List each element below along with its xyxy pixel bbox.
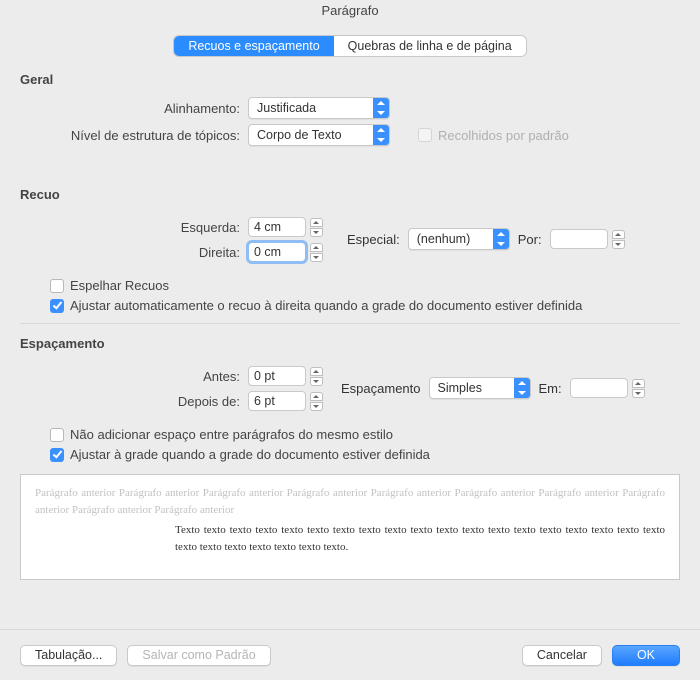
checkbox-box-icon (50, 279, 64, 293)
collapsed-by-default-checkbox: Recolhidos por padrão (418, 128, 569, 143)
preview-current-paragraph: Texto texto texto texto texto texto text… (35, 522, 665, 555)
special-label: Especial: (347, 232, 400, 247)
section-recuo: Recuo (20, 187, 680, 202)
stepper-icon[interactable] (612, 229, 625, 249)
by-input[interactable] (550, 229, 608, 249)
dropdown-arrows-icon (514, 378, 530, 398)
divider (20, 323, 680, 324)
dialog-footer: Tabulação... Salvar como Padrão Cancelar… (0, 629, 700, 680)
preview-pane: Parágrafo anterior Parágrafo anterior Pa… (20, 474, 680, 580)
stepper-icon[interactable] (632, 378, 645, 398)
at-label: Em: (539, 381, 562, 396)
tab-segmented-control: Recuos e espaçamento Quebras de linha e … (174, 36, 525, 56)
tab-indents-spacing[interactable]: Recuos e espaçamento (174, 36, 333, 56)
set-as-default-button[interactable]: Salvar como Padrão (127, 645, 270, 666)
paragraph-dialog: Parágrafo Recuos e espaçamento Quebras d… (0, 0, 700, 680)
outline-level-value: Corpo de Texto (249, 125, 350, 145)
tab-bar: Recuos e espaçamento Quebras de linha e … (20, 36, 680, 56)
tabs-button[interactable]: Tabulação... (20, 645, 117, 666)
line-spacing-value: Simples (430, 378, 490, 398)
indent-right-input[interactable] (248, 242, 306, 262)
auto-adjust-right-label: Ajustar automaticamente o recuo à direit… (70, 298, 582, 313)
space-after-input[interactable] (248, 391, 306, 411)
outline-level-label: Nível de estrutura de tópicos: (20, 128, 248, 143)
indent-left-label: Esquerda: (20, 220, 248, 235)
space-before-input[interactable] (248, 366, 306, 386)
cancel-button[interactable]: Cancelar (522, 645, 602, 666)
line-spacing-label: Espaçamento (341, 381, 421, 396)
alignment-value: Justificada (249, 98, 324, 118)
stepper-icon[interactable] (310, 242, 323, 262)
dropdown-arrows-icon (493, 229, 509, 249)
checkbox-box-icon (50, 299, 64, 313)
snap-to-grid-label: Ajustar à grade quando a grade do docume… (70, 447, 430, 462)
at-input[interactable] (570, 378, 628, 398)
collapsed-by-default-label: Recolhidos por padrão (438, 128, 569, 143)
mirror-indents-label: Espelhar Recuos (70, 278, 169, 293)
section-geral: Geral (20, 72, 680, 87)
stepper-icon[interactable] (310, 391, 323, 411)
auto-adjust-right-checkbox[interactable]: Ajustar automaticamente o recuo à direit… (50, 298, 582, 313)
tab-line-page-breaks[interactable]: Quebras de linha e de página (334, 36, 526, 56)
ok-button[interactable]: OK (612, 645, 680, 666)
space-after-field[interactable] (248, 391, 323, 411)
by-label: Por: (518, 232, 542, 247)
space-before-label: Antes: (20, 369, 248, 384)
stepper-icon[interactable] (310, 217, 323, 237)
dropdown-arrows-icon (373, 98, 389, 118)
indent-left-field[interactable] (248, 217, 323, 237)
space-after-label: Depois de: (20, 394, 248, 409)
indent-right-field[interactable] (248, 242, 323, 262)
preview-previous-paragraph: Parágrafo anterior Parágrafo anterior Pa… (35, 485, 665, 518)
mirror-indents-checkbox[interactable]: Espelhar Recuos (50, 278, 169, 293)
indent-right-label: Direita: (20, 245, 248, 260)
special-select[interactable]: (nenhum) (408, 228, 510, 250)
checkbox-box-icon (50, 428, 64, 442)
alignment-select[interactable]: Justificada (248, 97, 390, 119)
dropdown-arrows-icon (373, 125, 389, 145)
stepper-icon[interactable] (310, 366, 323, 386)
checkbox-box-icon (50, 448, 64, 462)
no-space-same-style-label: Não adicionar espaço entre parágrafos do… (70, 427, 393, 442)
snap-to-grid-checkbox[interactable]: Ajustar à grade quando a grade do docume… (50, 447, 430, 462)
no-space-same-style-checkbox[interactable]: Não adicionar espaço entre parágrafos do… (50, 427, 393, 442)
at-field[interactable] (570, 378, 645, 398)
dialog-content: Recuos e espaçamento Quebras de linha e … (0, 22, 700, 580)
alignment-label: Alinhamento: (20, 101, 248, 116)
checkbox-box-icon (418, 128, 432, 142)
special-value: (nenhum) (409, 229, 479, 249)
indent-left-input[interactable] (248, 217, 306, 237)
by-field[interactable] (550, 229, 625, 249)
line-spacing-select[interactable]: Simples (429, 377, 531, 399)
window-title: Parágrafo (0, 0, 700, 22)
space-before-field[interactable] (248, 366, 323, 386)
section-espacamento: Espaçamento (20, 336, 680, 351)
outline-level-select[interactable]: Corpo de Texto (248, 124, 390, 146)
